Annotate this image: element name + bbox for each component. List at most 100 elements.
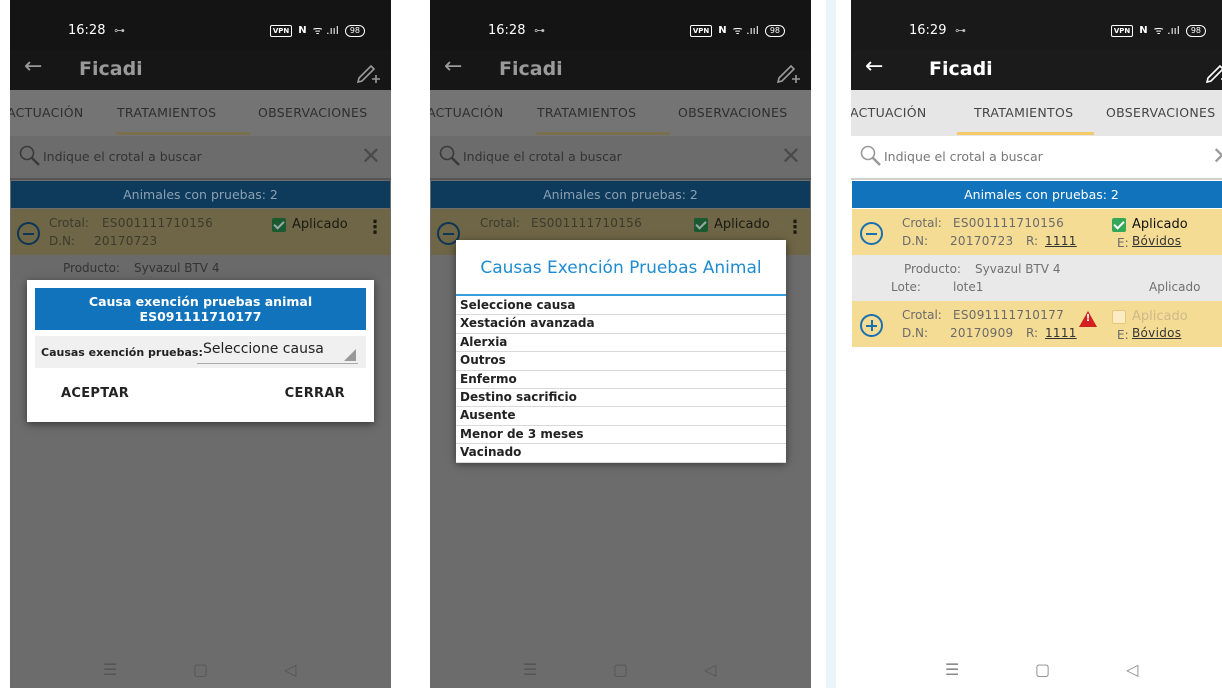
kebab-icon[interactable]: ⋮ xyxy=(366,217,384,238)
search-input[interactable]: Indique el crotal a buscar xyxy=(463,149,622,164)
option-destino-sacrificio[interactable]: Destino sacrificio xyxy=(456,389,786,408)
applied-checkbox[interactable] xyxy=(1112,310,1126,324)
dialog-title: Causas Exención Pruebas Animal xyxy=(480,258,762,278)
close-button[interactable]: CERRAR xyxy=(285,386,345,401)
dn-label: D.N: xyxy=(902,326,929,340)
arrow-left-icon[interactable]: ← xyxy=(444,54,462,79)
animal-card[interactable]: Crotal: ES001111710156 Aplicado ⋮ D.N: 2… xyxy=(11,209,390,255)
status-bar: 16:29 ⊶ VPN N ᯤ .ııl 98 xyxy=(851,0,1222,50)
applied-label: Aplicado xyxy=(714,217,770,232)
app-bar: ← Ficadi xyxy=(430,50,811,90)
tab-actuacion[interactable]: ACTUACIÓN xyxy=(10,105,83,120)
search-input[interactable]: Indique el crotal a buscar xyxy=(43,149,202,164)
e-value: Bóvidos xyxy=(1132,326,1182,340)
product-row: Producto: Syvazul BTV 4 Lote: lote1 Apli… xyxy=(852,255,1222,301)
option-menor-3-meses[interactable]: Menor de 3 meses xyxy=(456,426,786,445)
tab-actuacion[interactable]: ACTUACIÓN xyxy=(851,105,926,120)
dn-value: 20170909 xyxy=(950,326,1014,340)
animals-banner: Animales con pruebas: 2 xyxy=(431,181,810,208)
home-icon[interactable]: ▢ xyxy=(1035,660,1050,679)
tab-tratamientos[interactable]: TRATAMIENTOS xyxy=(974,105,1073,120)
tab-tratamientos[interactable]: TRATAMIENTOS xyxy=(537,105,636,120)
tab-bar: ACTUACIÓN TRATAMIENTOS OBSERVACIONES xyxy=(430,90,811,136)
dropdown-caret-icon[interactable] xyxy=(344,349,356,361)
arrow-left-icon[interactable]: ← xyxy=(865,54,883,79)
tab-observaciones[interactable]: OBSERVACIONES xyxy=(678,105,787,120)
accept-button[interactable]: ACEPTAR xyxy=(61,386,129,401)
kebab-icon[interactable]: ⋮ xyxy=(1215,217,1222,238)
menu-icon[interactable]: ☰ xyxy=(523,660,537,679)
cause-list-dialog: Causas Exención Pruebas Animal Seleccion… xyxy=(456,240,786,463)
product-value: Syvazul BTV 4 xyxy=(134,261,220,275)
back-icon[interactable]: ◁ xyxy=(704,660,716,679)
divider xyxy=(851,178,1222,180)
signal-icon: ᯤ .ııl xyxy=(732,24,759,37)
magnifier-icon xyxy=(860,145,881,166)
magnifier-icon xyxy=(439,145,460,166)
r-label: R: xyxy=(1026,234,1039,248)
nfc-icon: N xyxy=(1139,25,1148,36)
applied-checkbox[interactable] xyxy=(1112,218,1126,232)
back-icon[interactable]: ◁ xyxy=(1126,660,1138,679)
option-xestacion-avanzada[interactable]: Xestación avanzada xyxy=(456,315,786,334)
option-ausente[interactable]: Ausente xyxy=(456,407,786,426)
x-icon[interactable]: ✕ xyxy=(361,142,381,170)
tab-indicator xyxy=(536,132,670,135)
nfc-icon: N xyxy=(298,25,307,36)
tab-indicator xyxy=(957,132,1094,135)
menu-icon[interactable]: ☰ xyxy=(945,660,959,679)
tab-observaciones[interactable]: OBSERVACIONES xyxy=(1106,105,1215,120)
dialog-header: Causa exención pruebas animal ES09111171… xyxy=(35,288,366,330)
tab-actuacion[interactable]: ACTUACIÓN xyxy=(430,105,503,120)
dn-value: 20170723 xyxy=(94,234,158,248)
crotal-value: ES001111710156 xyxy=(953,216,1065,230)
cause-options: Seleccione causa Xestación avanzada Aler… xyxy=(456,297,786,463)
app-title: Ficadi xyxy=(929,58,993,80)
kebab-icon[interactable]: ⋮ xyxy=(1215,309,1222,330)
key-icon: ⊶ xyxy=(114,24,125,37)
nfc-icon: N xyxy=(718,25,727,36)
battery-icon: 98 xyxy=(764,24,785,37)
plus-circle-icon[interactable] xyxy=(860,314,883,337)
crotal-label: Crotal: xyxy=(902,216,942,230)
e-value: Bóvidos xyxy=(1132,234,1182,248)
animals-banner: Animales con pruebas: 2 xyxy=(852,181,1222,208)
back-icon[interactable]: ◁ xyxy=(284,660,296,679)
cause-select[interactable]: Seleccione causa xyxy=(203,341,324,357)
status-time: 16:29 xyxy=(909,23,947,38)
option-seleccione-causa[interactable]: Seleccione causa xyxy=(456,297,786,316)
menu-icon[interactable]: ☰ xyxy=(103,660,117,679)
lote-value: lote1 xyxy=(953,280,984,294)
animal-card[interactable]: Crotal: ES001111710156 Aplicado ⋮ D.N: 2… xyxy=(852,209,1222,255)
crotal-value: ES091111710177 xyxy=(953,308,1065,322)
signal-icon: ᯤ .ııl xyxy=(1153,24,1180,37)
home-icon[interactable]: ▢ xyxy=(613,660,628,679)
x-icon[interactable]: ✕ xyxy=(1212,142,1222,170)
option-outros[interactable]: Outros xyxy=(456,352,786,371)
dn-label: D.N: xyxy=(49,234,76,248)
divider xyxy=(10,178,391,180)
arrow-left-icon[interactable]: ← xyxy=(24,54,42,79)
pen-plus-icon[interactable] xyxy=(1204,58,1222,84)
option-enfermo[interactable]: Enfermo xyxy=(456,371,786,389)
search-bar: Indique el crotal a buscar ✕ xyxy=(430,137,811,177)
status-icons: VPN N ᯤ .ııl 98 xyxy=(1110,23,1206,38)
applied-checkbox[interactable] xyxy=(272,218,286,232)
minus-circle-icon[interactable] xyxy=(17,222,40,245)
home-icon[interactable]: ▢ xyxy=(193,660,208,679)
tab-observaciones[interactable]: OBSERVACIONES xyxy=(258,105,367,120)
applied-checkbox[interactable] xyxy=(694,218,708,232)
option-alerxia[interactable]: Alerxia xyxy=(456,334,786,353)
search-input[interactable]: Indique el crotal a buscar xyxy=(884,149,1043,164)
option-vacinado[interactable]: Vacinado xyxy=(456,444,786,463)
pen-plus-icon[interactable] xyxy=(775,58,801,84)
product-row: Producto: Syvazul BTV 4 xyxy=(11,255,390,279)
tab-tratamientos[interactable]: TRATAMIENTOS xyxy=(117,105,216,120)
crotal-value: ES001111710156 xyxy=(531,216,643,230)
x-icon[interactable]: ✕ xyxy=(781,142,801,170)
kebab-icon[interactable]: ⋮ xyxy=(786,217,804,238)
minus-circle-icon[interactable] xyxy=(860,222,883,245)
pen-plus-icon[interactable] xyxy=(355,58,381,84)
animal-card[interactable]: Crotal: ES091111710177 ! Aplicado ⋮ D.N:… xyxy=(852,301,1222,347)
screen-dialog-exemption: 16:28 ⊶ VPN N ᯤ .ııl 98 ← Ficadi ACTUACI… xyxy=(10,0,391,688)
